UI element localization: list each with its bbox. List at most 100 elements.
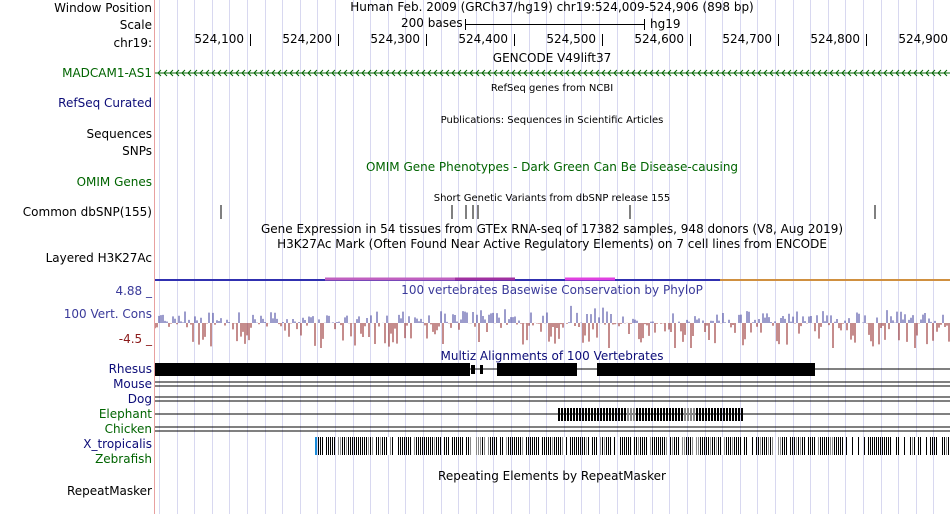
xtropicalis-block xyxy=(922,437,923,455)
refseq-label[interactable]: RefSeq Curated xyxy=(58,96,152,110)
xtropicalis-block xyxy=(572,437,573,455)
xtropicalis-block xyxy=(878,437,879,455)
xtropicalis-block xyxy=(414,437,415,455)
xtropicalis-block xyxy=(506,437,507,455)
xtropicalis-block xyxy=(514,437,515,455)
xtropicalis-block xyxy=(642,437,643,455)
xtropicalis-block xyxy=(882,437,883,455)
species-label-chicken[interactable]: Chicken xyxy=(105,422,152,436)
gencode-label[interactable]: MADCAM1-AS1 xyxy=(62,66,152,80)
xtropicalis-block xyxy=(820,437,821,455)
publications-title[interactable]: Publications: Sequences in Scientific Ar… xyxy=(441,114,664,128)
elephant-block xyxy=(654,408,656,421)
xtropicalis-block xyxy=(342,437,343,455)
refseq-title[interactable]: RefSeq genes from NCBI xyxy=(491,82,613,96)
conservation-min: -4.5 _ xyxy=(118,332,152,346)
xtropicalis-block xyxy=(442,437,443,455)
elephant-block xyxy=(564,408,566,421)
omim-label[interactable]: OMIM Genes xyxy=(77,175,152,189)
omim-title[interactable]: OMIM Gene Phenotypes - Dark Green Can Be… xyxy=(366,160,738,174)
elephant-block xyxy=(729,408,731,421)
snp-marks[interactable] xyxy=(155,204,950,220)
xtropicalis-block xyxy=(382,437,383,455)
xtropicalis-block xyxy=(742,437,743,455)
elephant-block xyxy=(666,408,668,421)
xtropicalis-block xyxy=(928,437,929,455)
repeatmasker-label[interactable]: RepeatMasker xyxy=(67,484,152,498)
xtropicalis-block xyxy=(536,437,537,455)
xtropicalis-block xyxy=(716,437,717,455)
xtropicalis-block xyxy=(778,437,779,455)
species-label-zebrafish[interactable]: Zebrafish xyxy=(95,452,152,466)
xtropicalis-block xyxy=(422,437,423,455)
xtropicalis-block xyxy=(774,437,775,455)
species-label-elephant[interactable]: Elephant xyxy=(99,407,152,421)
xtropicalis-block xyxy=(746,437,747,455)
xtropicalis-block xyxy=(654,437,655,455)
repeatmasker-title[interactable]: Repeating Elements by RepeatMasker xyxy=(438,469,666,483)
xtropicalis-block xyxy=(352,437,353,455)
elephant-block xyxy=(675,408,677,421)
scale-assembly: hg19 xyxy=(650,17,681,31)
xtropicalis-block xyxy=(534,437,535,455)
xtropicalis-block xyxy=(870,437,871,455)
xtropicalis-block xyxy=(722,437,723,455)
h3k27ac-label[interactable]: Layered H3K27Ac xyxy=(46,251,152,265)
xtropicalis-block xyxy=(860,437,861,455)
conservation-label[interactable]: 100 Vert. Cons xyxy=(64,307,152,321)
xtropicalis-block xyxy=(678,437,679,455)
h3k27ac-title[interactable]: H3K27Ac Mark (Often Found Near Active Re… xyxy=(277,237,827,251)
conservation-wiggle[interactable] xyxy=(155,298,950,348)
elephant-block xyxy=(690,408,692,421)
xtropicalis-block xyxy=(948,437,949,455)
gene-model[interactable] xyxy=(155,68,950,78)
species-label-dog[interactable]: Dog xyxy=(128,392,152,406)
ruler-tick xyxy=(866,34,867,46)
xtropicalis-block xyxy=(318,437,319,455)
gtex-title[interactable]: Gene Expression in 54 tissues from GTEx … xyxy=(261,222,843,236)
window-position-value: Human Feb. 2009 (GRCh37/hg19) chr19:524,… xyxy=(350,0,754,14)
xtropicalis-block xyxy=(880,437,881,455)
base-position-ruler[interactable]: 524,100 524,200 524,300 524,400 524,500 524,6… xyxy=(155,30,950,50)
xtropicalis-block xyxy=(324,437,325,455)
elephant-block xyxy=(591,408,593,421)
xtropicalis-block xyxy=(672,437,673,455)
elephant-block xyxy=(726,408,728,421)
xtropicalis-block xyxy=(864,437,865,455)
elephant-block xyxy=(579,408,581,421)
xtropicalis-block xyxy=(568,437,569,455)
gencode-title[interactable]: GENCODE V49lift37 xyxy=(493,51,611,65)
elephant-block xyxy=(741,408,743,421)
xtropicalis-block xyxy=(868,437,869,455)
ruler-tick-label: 524,600 xyxy=(634,32,684,46)
xtropicalis-block xyxy=(490,437,491,455)
species-label-x_tropicalis[interactable]: X_tropicalis xyxy=(83,437,152,451)
xtropicalis-block xyxy=(910,437,911,455)
xtropicalis-block xyxy=(826,437,827,455)
species-label-mouse[interactable]: Mouse xyxy=(113,377,152,391)
multiz-alignments[interactable] xyxy=(155,362,950,468)
multiz-title[interactable]: Multiz Alignments of 100 Vertebrates xyxy=(440,349,663,363)
xtropicalis-block xyxy=(758,437,759,455)
xtropicalis-block xyxy=(836,437,837,455)
ruler-tick-label: 524,700 xyxy=(722,32,772,46)
pub-sequences-label[interactable]: Sequences xyxy=(87,127,152,141)
pub-snps-label[interactable]: SNPs xyxy=(122,144,152,158)
scale-label: Scale xyxy=(119,18,152,32)
ruler-tick xyxy=(514,34,515,46)
elephant-block xyxy=(642,408,644,421)
xtropicalis-block xyxy=(500,437,501,455)
xtropicalis-block xyxy=(766,437,767,455)
species-label-rhesus[interactable]: Rhesus xyxy=(109,362,152,376)
dbsnp-label[interactable]: Common dbSNP(155) xyxy=(23,205,152,219)
elephant-block xyxy=(612,408,614,421)
xtropicalis-block xyxy=(804,437,805,455)
xtropicalis-block xyxy=(744,437,745,455)
elephant-block xyxy=(657,408,659,421)
xtropicalis-block xyxy=(604,437,605,455)
xtropicalis-block xyxy=(552,437,553,455)
conservation-title[interactable]: 100 vertebrates Basewise Conservation by… xyxy=(401,283,703,297)
xtropicalis-block xyxy=(740,437,741,455)
xtropicalis-block xyxy=(384,437,385,455)
xtropicalis-block xyxy=(348,437,349,455)
